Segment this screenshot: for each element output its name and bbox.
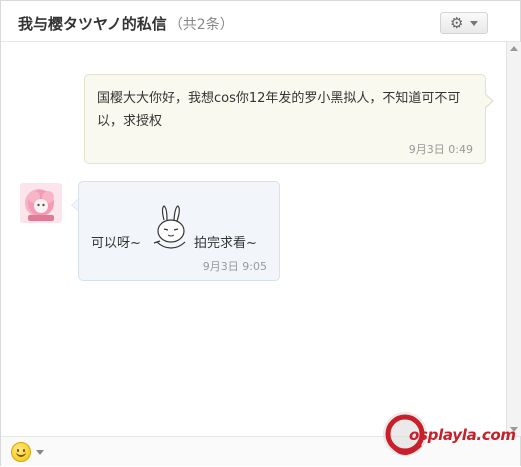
avatar[interactable] (20, 183, 62, 223)
outgoing-message: 国樱大大你好，我想cos你12年发的罗小黑拟人，不知道可不可以，求授权 9月3日… (84, 74, 486, 164)
incoming-message: 可以呀~ 拍完求看~ 9月3日 9:05 (78, 181, 280, 281)
conversation-header: 我与樱タツヤノ的私信 （共2条） ⚙ (1, 1, 520, 42)
smiley-mouth (16, 452, 26, 457)
message-count: （共2条） (168, 17, 234, 33)
message-window: 我与樱タツヤノ的私信 （共2条） ⚙ 国樱大大你好，我想cos你12年发的罗小黑拟… (0, 0, 521, 466)
conversation-title: 我与樱タツヤノ的私信 （共2条） (18, 13, 234, 34)
settings-button[interactable]: ⚙ (440, 12, 488, 34)
chevron-down-icon[interactable] (36, 450, 44, 455)
message-time: 9月3日 9:05 (202, 260, 267, 273)
chevron-down-icon (470, 21, 478, 26)
conversation-title-text: 我与樱タツヤノ的私信 (18, 15, 167, 33)
avatar-image (28, 190, 54, 221)
watermark-logo: osplayla.com (381, 407, 521, 463)
message-time: 9月3日 0:49 (408, 143, 473, 156)
message-list: 国樱大大你好，我想cos你12年发的罗小黑拟人，不知道可不可以，求授权 9月3日… (1, 42, 506, 436)
rabbit-emoticon (153, 205, 186, 249)
message-text-before: 可以呀~ (91, 236, 141, 251)
message-text-after: 拍完求看~ (194, 236, 257, 251)
watermark-text: osplayla.com (409, 426, 516, 444)
message-text: 国樱大大你好，我想cos你12年发的罗小黑拟人，不知道可不可以，求授权 (97, 91, 461, 129)
scroll-up-icon[interactable] (510, 46, 518, 51)
gear-icon: ⚙ (450, 14, 464, 32)
scrollbar[interactable] (506, 42, 521, 436)
bubble-tail-inner (485, 95, 492, 107)
smiley-icon[interactable] (11, 442, 31, 462)
